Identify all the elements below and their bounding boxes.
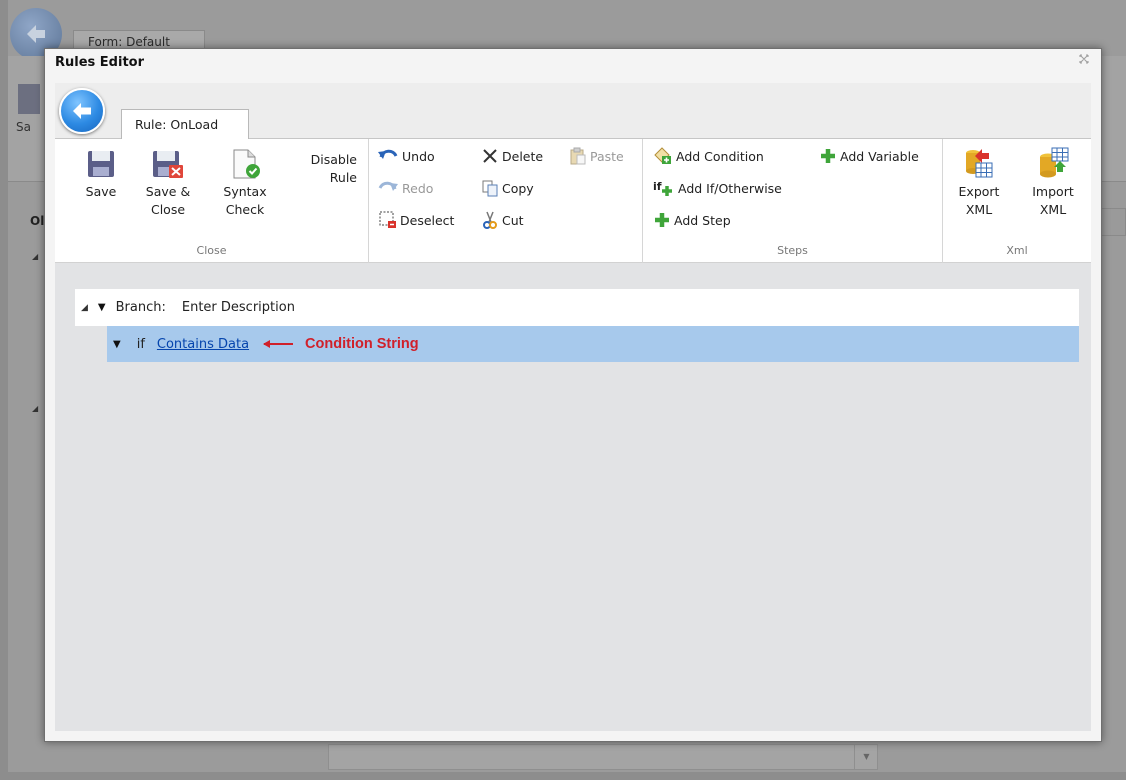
tab-rule-onload[interactable]: Rule: OnLoad: [121, 109, 249, 140]
delete-button[interactable]: Delete: [481, 147, 543, 165]
if-keyword: if: [136, 336, 145, 352]
plus-icon: [821, 149, 835, 163]
save-close-label-1: Save &: [145, 184, 191, 199]
background-column: [1100, 208, 1126, 236]
back-button[interactable]: [59, 88, 105, 134]
add-condition-label: Add Condition: [676, 148, 764, 164]
import-xml-icon: [1040, 147, 1069, 178]
back-arrow-icon: [73, 103, 91, 119]
add-step-button[interactable]: Add Step: [653, 211, 731, 229]
delete-icon: [483, 149, 497, 163]
annotation-arrow-icon: [263, 340, 294, 348]
background-expand-icon: ◢: [32, 252, 39, 261]
condition-row[interactable]: ▼ if Contains Data Condition String: [107, 326, 1079, 362]
add-condition-button[interactable]: Add Condition: [653, 147, 764, 165]
export-xml-label-2: XML: [965, 202, 993, 217]
syntax-check-label-2: Check: [225, 202, 265, 217]
export-xml-button[interactable]: Export XML: [949, 147, 1009, 219]
expand-menu-icon[interactable]: ▼: [98, 302, 106, 313]
background-expand-icon: ◢: [32, 404, 39, 413]
add-variable-button[interactable]: Add Variable: [819, 147, 919, 165]
rules-editor-dialog: Rules Editor Rule: OnLoad Save Save & Cl…: [44, 48, 1102, 742]
add-variable-label: Add Variable: [840, 148, 919, 164]
condition-link[interactable]: Contains Data: [157, 337, 249, 352]
close-icon[interactable]: [1079, 53, 1089, 67]
add-if-otherwise-icon: if: [653, 180, 672, 196]
deselect-button[interactable]: Deselect: [379, 211, 454, 229]
import-xml-button[interactable]: Import XML: [1021, 147, 1085, 219]
rule-tree-panel: ◢ ▼ Branch: Enter Description ▼ if Conta…: [55, 263, 1091, 731]
branch-row[interactable]: ◢ ▼ Branch: Enter Description: [75, 289, 1079, 326]
xml-group-label: Xml: [1006, 244, 1028, 257]
background-scrollbar: [328, 744, 878, 770]
branch-description[interactable]: Enter Description: [182, 300, 295, 315]
export-xml-icon: [966, 149, 993, 178]
steps-group-label: Steps: [777, 244, 808, 257]
save-close-label-2: Close: [150, 202, 186, 217]
background-save-icon: [18, 84, 40, 114]
redo-icon: [378, 181, 398, 191]
disable-rule-label-1: Disable: [310, 152, 357, 167]
collapse-branch-icon[interactable]: ◢: [81, 303, 88, 313]
close-group-label: Close: [196, 244, 227, 257]
paste-button[interactable]: Paste: [569, 147, 624, 165]
import-xml-label-1: Import: [1032, 184, 1074, 199]
add-if-otherwise-label: Add If/Otherwise: [678, 180, 782, 196]
syntax-check-button[interactable]: Syntax Check: [215, 149, 275, 219]
background-save-label: Sa: [16, 120, 31, 134]
undo-icon: [378, 149, 398, 159]
copy-label: Copy: [502, 180, 534, 196]
background-column-header: Ol: [30, 214, 45, 228]
save-button[interactable]: Save: [77, 149, 125, 201]
cut-label: Cut: [502, 212, 524, 228]
background-scroll-arrow-icon: ▼: [854, 744, 878, 770]
edit-group: Undo Redo Deselect Delete Copy Cut Paste: [369, 139, 643, 263]
export-xml-label-1: Export: [958, 184, 1000, 199]
syntax-check-label-1: Syntax: [223, 184, 267, 199]
paste-label: Paste: [590, 148, 624, 164]
add-condition-icon: [654, 147, 671, 164]
import-xml-label-2: XML: [1039, 202, 1067, 217]
cut-icon: [483, 211, 497, 229]
save-close-button[interactable]: Save & Close: [139, 149, 197, 219]
expand-menu-icon[interactable]: ▼: [113, 339, 121, 350]
cut-button[interactable]: Cut: [481, 211, 524, 229]
redo-label: Redo: [402, 180, 434, 196]
dialog-title: Rules Editor: [55, 55, 145, 70]
deselect-icon: [379, 211, 396, 228]
back-arrow-icon: [27, 25, 45, 43]
plus-icon: [655, 213, 669, 227]
xml-group: Export XML Import XML Xml: [943, 139, 1091, 263]
save-icon: [88, 151, 114, 177]
add-step-label: Add Step: [674, 212, 731, 228]
condition-string-annotation: Condition String: [305, 336, 419, 352]
undo-label: Undo: [402, 148, 435, 164]
redo-button[interactable]: Redo: [377, 179, 433, 197]
disable-rule-label-2: Rule: [329, 170, 357, 185]
save-label: Save: [85, 184, 117, 199]
ribbon: Save Save & Close Syntax Check Disable R…: [55, 139, 1091, 263]
disable-rule-button[interactable]: Disable Rule: [291, 151, 367, 187]
add-if-otherwise-button[interactable]: if Add If/Otherwise: [653, 179, 782, 197]
paste-icon: [570, 147, 586, 165]
save-close-icon: [153, 151, 183, 178]
close-group: Save Save & Close Syntax Check Disable R…: [55, 139, 369, 263]
branch-label: Branch:: [115, 300, 166, 315]
copy-icon: [482, 180, 498, 197]
undo-button[interactable]: Undo: [377, 147, 435, 165]
copy-button[interactable]: Copy: [481, 179, 534, 197]
delete-label: Delete: [502, 148, 544, 164]
steps-group: Add Condition if Add If/Otherwise Add St…: [643, 139, 943, 263]
syntax-check-icon: [233, 149, 260, 179]
svg-text:if: if: [653, 180, 662, 193]
deselect-label: Deselect: [400, 212, 455, 228]
